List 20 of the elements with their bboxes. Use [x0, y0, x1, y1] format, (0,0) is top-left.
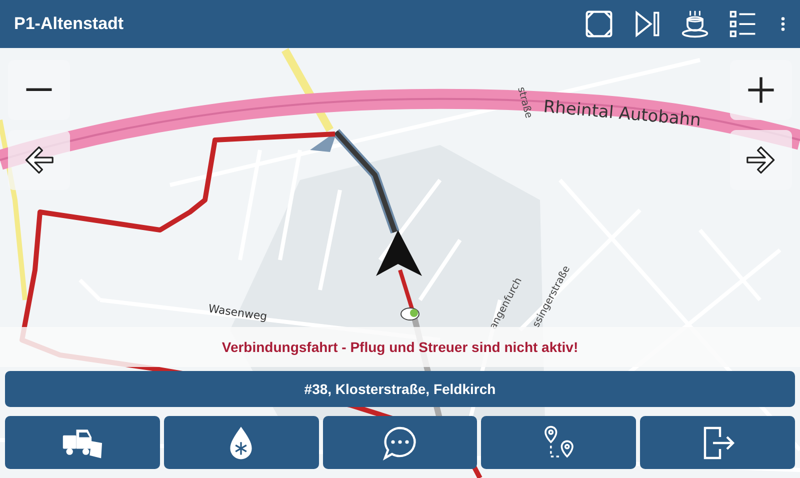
arrow-left-icon	[23, 144, 55, 176]
navigation-arrow-icon	[376, 230, 422, 276]
coffee-cup-icon[interactable]	[680, 9, 710, 39]
status-message: Verbindungsfahrt - Pflug und Streuer sind nicht aktiv!	[0, 327, 800, 367]
spreader-button[interactable]	[164, 416, 319, 469]
more-menu-icon[interactable]	[780, 15, 786, 33]
arrow-right-icon	[745, 144, 777, 176]
fullscreen-icon[interactable]	[584, 9, 614, 39]
street-label: Rheintal Autobahn	[542, 97, 702, 131]
plus-icon	[745, 74, 777, 106]
direction-marker-icon	[310, 131, 337, 152]
messages-button[interactable]	[322, 416, 478, 469]
route-button[interactable]	[481, 416, 636, 469]
address-bar[interactable]: #38, Klosterstraße, Feldkirch	[5, 371, 795, 407]
app-title: P1-Altenstadt	[14, 14, 124, 34]
street-label: straße	[515, 86, 534, 120]
list-icon[interactable]	[728, 9, 758, 39]
snowplow-button[interactable]	[5, 416, 160, 469]
street-label: Wasenweg	[208, 302, 268, 324]
exit-button[interactable]	[640, 416, 795, 469]
